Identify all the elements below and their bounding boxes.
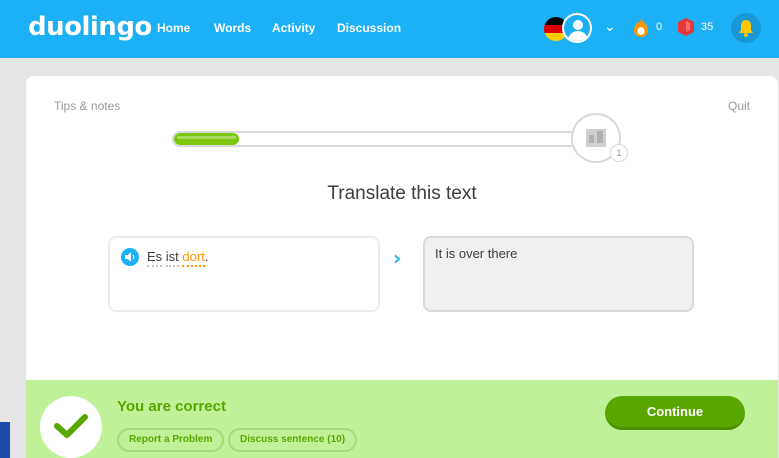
report-problem-button[interactable]: Report a Problem [117, 428, 225, 452]
checkmark-icon [54, 414, 88, 438]
result-footer: You are correct Report a Problem Discuss… [26, 380, 778, 458]
progress-bar [172, 131, 584, 147]
checkpoint-number: 1 [610, 144, 628, 162]
top-nav-bar: duolingo Home Words Activity Discussion … [0, 0, 779, 58]
source-sentence: Es ist dort. [147, 249, 209, 267]
bell-icon[interactable] [731, 13, 761, 43]
nav-activity[interactable]: Activity [272, 21, 315, 35]
duolingo-logo[interactable]: duolingo [28, 12, 152, 42]
source-word[interactable]: ist [165, 249, 179, 267]
quit-button[interactable]: Quit [728, 99, 750, 113]
source-punctuation: . [204, 249, 209, 264]
nav-home[interactable]: Home [157, 21, 190, 35]
flame-icon[interactable] [633, 17, 649, 37]
checkmark-badge [40, 396, 102, 458]
lingots-count: 35 [701, 21, 714, 33]
avatar-icon[interactable] [562, 13, 592, 43]
window-edge [0, 422, 10, 458]
speaker-icon[interactable] [121, 248, 139, 266]
streak-count: 0 [656, 21, 663, 33]
lesson-card: Tips & notes Quit 1 Translate this text … [26, 76, 778, 458]
prompt-title: Translate this text [327, 183, 477, 204]
nav-words[interactable]: Words [214, 21, 251, 35]
answer-textarea[interactable]: It is over there [423, 236, 694, 312]
gem-icon[interactable] [677, 17, 695, 37]
source-sentence-box: Es ist dort. [108, 236, 380, 312]
nav-discussion[interactable]: Discussion [337, 21, 401, 35]
chevron-down-icon[interactable]: ⌄ [604, 19, 616, 35]
result-title: You are correct [117, 398, 226, 415]
progress-fill [174, 133, 240, 145]
discuss-sentence-button[interactable]: Discuss sentence (10) [228, 428, 358, 452]
new-word[interactable]: dort [182, 249, 205, 267]
continue-button[interactable]: Continue [605, 396, 745, 430]
source-word[interactable]: Es [147, 249, 163, 267]
tips-notes-link[interactable]: Tips & notes [54, 99, 120, 113]
chevron-right-icon: › [393, 246, 402, 270]
